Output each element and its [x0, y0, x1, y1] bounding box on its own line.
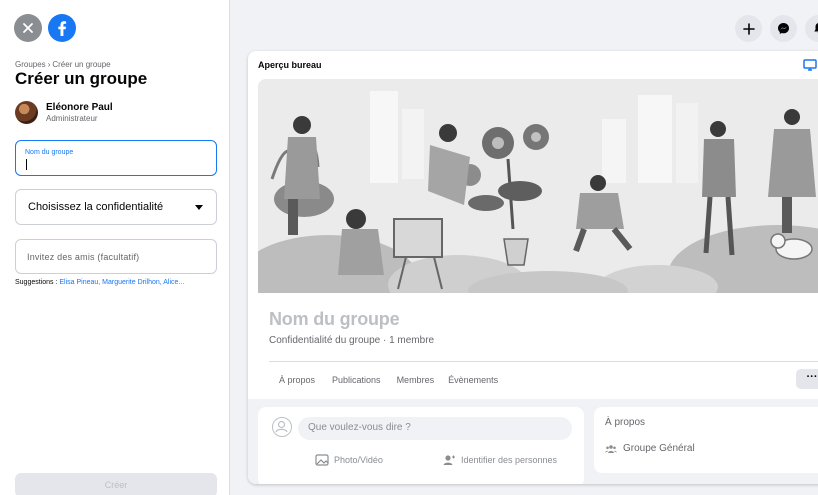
breadcrumb-parent[interactable]: Groupes — [15, 60, 46, 69]
group-type-item: Groupe Général — [605, 443, 695, 454]
create-group-sidebar: Groupes › Créer un groupe Créer un groupe … — [0, 0, 230, 495]
tab-about[interactable]: À propos — [279, 375, 315, 385]
caret-down-icon — [195, 204, 203, 210]
user-name: Eléonore Paul — [46, 102, 113, 113]
close-button[interactable] — [14, 14, 42, 42]
tab-events[interactable]: Évènements — [448, 375, 498, 385]
tag-people-icon — [443, 455, 455, 465]
preview-header: Aperçu bureau — [258, 60, 322, 70]
desktop-preview-card: Aperçu bureau Nom du groupe Confidential… — [248, 51, 818, 484]
admin-user: Eléonore Paul Administrateur — [15, 101, 113, 124]
privacy-select-value: Choisissez la confidentialité — [28, 201, 164, 213]
top-right-actions — [735, 15, 818, 42]
tag-people-button[interactable]: Identifier des personnes — [442, 454, 557, 466]
invite-friends-input[interactable]: Invitez des amis (facultatif) — [15, 239, 217, 274]
sidebar-top-controls — [14, 14, 76, 42]
photo-icon — [315, 454, 329, 466]
facebook-f-icon — [58, 21, 67, 36]
photo-video-button[interactable]: Photo/Vidéo — [315, 454, 383, 466]
preview-tabs: À propos Publications Membres Évènements — [279, 375, 515, 385]
messenger-icon — [778, 23, 789, 34]
post-composer: Que voulez-vous dire ? Photo/Vidéo Ident… — [258, 407, 584, 484]
preview-lower-section: Que voulez-vous dire ? Photo/Vidéo Ident… — [248, 399, 818, 484]
preview-group-meta: Confidentialité du groupe · 1 membre — [269, 335, 435, 346]
text-cursor — [26, 159, 27, 170]
group-name-input[interactable]: Nom du groupe — [15, 140, 217, 176]
about-title: À propos — [605, 417, 646, 428]
breadcrumb-current: Créer un groupe — [52, 60, 111, 69]
user-role: Administrateur — [46, 114, 98, 123]
breadcrumb: Groupes › Créer un groupe — [15, 60, 111, 69]
composer-avatar — [272, 417, 292, 437]
composer-input[interactable]: Que voulez-vous dire ? — [298, 417, 572, 440]
breadcrumb-separator: › — [47, 60, 51, 69]
avatar — [15, 101, 38, 124]
about-card: À propos Groupe Général — [594, 407, 818, 473]
group-icon — [605, 444, 617, 453]
bell-icon — [813, 23, 818, 34]
suggestions-names[interactable]: Elisa Pineau, Marguerite Drilhon, Alice.… — [59, 279, 184, 286]
tab-members[interactable]: Membres — [397, 375, 435, 385]
group-type-label: Groupe Général — [623, 443, 695, 454]
page-title: Créer un groupe — [15, 69, 148, 88]
user-placeholder-icon — [275, 420, 288, 433]
privacy-select[interactable]: Choisissez la confidentialité — [15, 189, 217, 225]
preview-group-name: Nom du groupe — [269, 309, 400, 329]
suggestions-label: Suggestions : — [15, 279, 60, 286]
close-icon — [23, 23, 33, 33]
messenger-button[interactable] — [770, 15, 797, 42]
cover-illustration — [258, 79, 818, 293]
facebook-logo[interactable] — [48, 14, 76, 42]
invite-placeholder: Invitez des amis (facultatif) — [27, 251, 140, 262]
tab-publications[interactable]: Publications — [332, 375, 381, 385]
cover-photo — [258, 79, 818, 293]
create-button[interactable]: Créer — [15, 473, 217, 495]
notifications-button[interactable] — [805, 15, 818, 42]
photo-video-label: Photo/Vidéo — [334, 455, 383, 465]
group-name-label: Nom du groupe — [25, 149, 74, 156]
divider — [269, 361, 818, 362]
plus-icon — [742, 22, 755, 35]
create-button-round[interactable] — [735, 15, 762, 42]
desktop-icon[interactable] — [803, 59, 817, 71]
more-options-button[interactable]: ··· — [796, 369, 818, 389]
invite-suggestions: Suggestions : Elisa Pineau, Marguerite D… — [15, 279, 184, 286]
tag-people-label: Identifier des personnes — [461, 455, 558, 465]
